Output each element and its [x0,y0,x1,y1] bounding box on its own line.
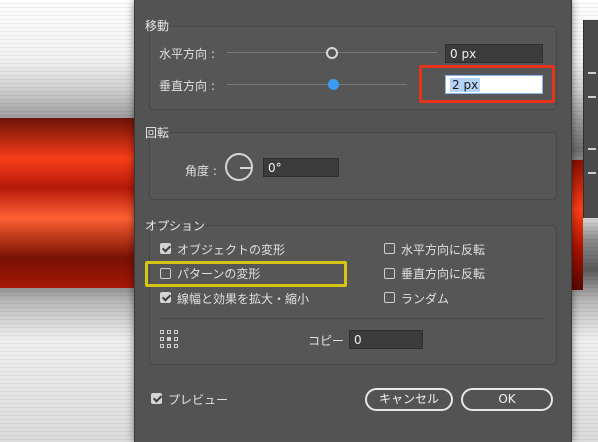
panel-mark [588,172,596,174]
horizontal-slider-knob[interactable] [326,47,338,59]
panel-mark [588,148,596,150]
vertical-slider-knob[interactable] [328,79,339,90]
random-label: ランダム [401,292,450,306]
preview-label: プレビュー [168,393,229,407]
preview-checkbox[interactable] [151,393,162,404]
transform-patterns-checkbox[interactable] [160,268,171,279]
side-panel-peek [583,20,598,218]
copies-field[interactable]: 0 [349,330,423,349]
panel-mark [588,96,596,98]
rotate-group-title: 回転 [145,126,170,140]
vertical-label: 垂直方向 : [159,79,215,93]
reflect-vertical-label: 垂直方向に反転 [401,267,486,281]
horizontal-label: 水平方向 : [159,47,215,61]
move-group-title: 移動 [145,19,170,33]
reflect-horizontal-label: 水平方向に反転 [401,243,486,257]
copies-label: コピー [308,334,345,348]
transform-objects-checkbox[interactable] [160,243,171,254]
angle-dial[interactable] [225,153,253,181]
artwork-red-text [0,118,134,288]
vertical-field-value: 2 px [450,78,481,92]
scale-strokes-label: 線幅と効果を拡大・縮小 [177,292,310,306]
reference-point-icon[interactable] [160,330,178,348]
transform-objects-label: オブジェクトの変形 [177,243,286,257]
angle-field[interactable]: 0° [263,158,339,177]
panel-mark [588,72,596,74]
reflect-horizontal-checkbox[interactable] [384,243,395,254]
horizontal-field[interactable]: 0 px [445,44,543,63]
vertical-slider-track[interactable] [227,84,407,85]
scale-strokes-checkbox[interactable] [160,292,171,303]
cancel-button[interactable]: キャンセル [365,388,453,411]
options-divider [159,318,545,319]
ok-button[interactable]: OK [461,388,553,411]
transform-dialog: 移動 水平方向 : 0 px 垂直方向 : 2 px 回転 角度 : 0° オプ… [134,0,572,442]
angle-label: 角度 : [185,164,217,178]
random-checkbox[interactable] [384,292,395,303]
vertical-field[interactable]: 2 px [445,75,543,94]
options-group-title: オプション [145,219,206,233]
transform-patterns-label: パターンの変形 [177,267,261,281]
reflect-vertical-checkbox[interactable] [384,268,395,279]
